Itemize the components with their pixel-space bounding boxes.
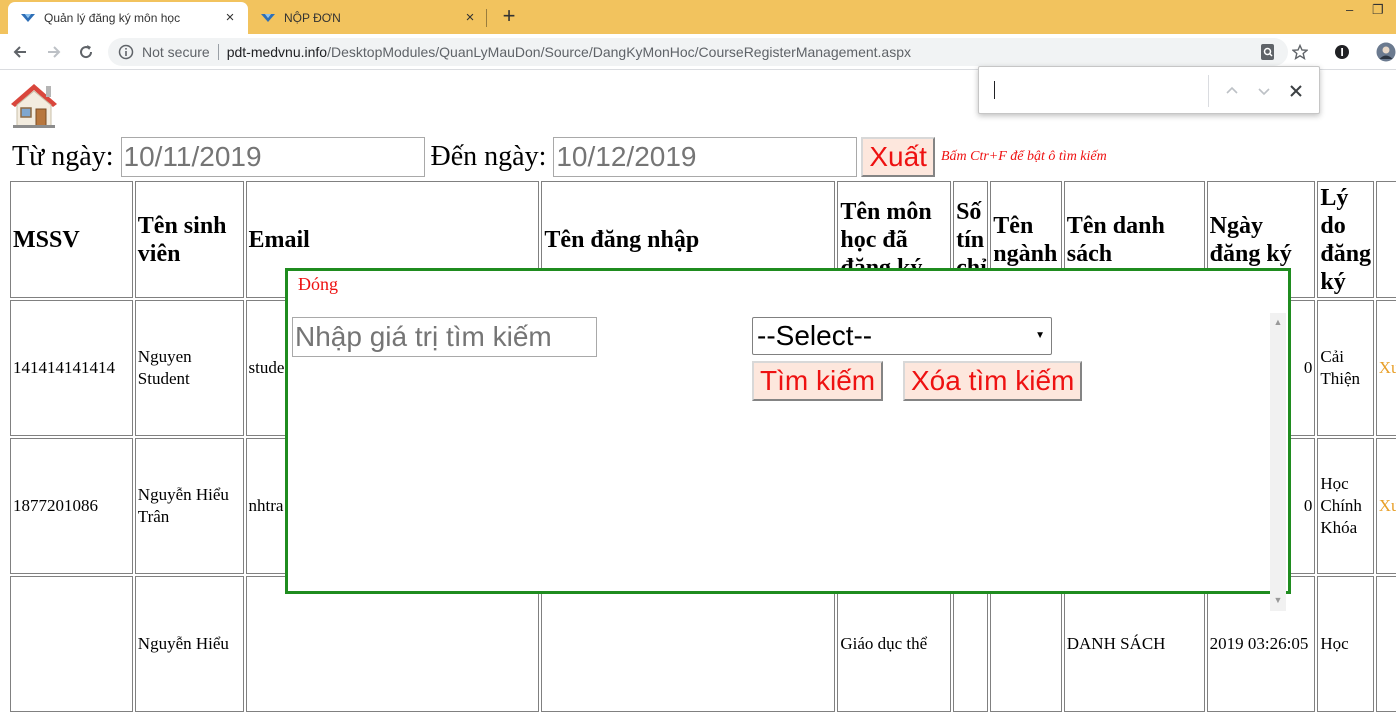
tab-close-icon[interactable]: × [462, 10, 478, 26]
extension-button[interactable] [1330, 40, 1354, 64]
info-icon[interactable] [118, 44, 134, 60]
find-input[interactable] [991, 77, 1181, 105]
tab-title: NỘP ĐƠN [284, 11, 341, 25]
to-date-label: Đến ngày: [430, 141, 547, 172]
chevron-down-icon [1258, 88, 1270, 96]
address-divider [217, 44, 219, 60]
find-next-button[interactable] [1252, 79, 1276, 103]
tab-close-icon[interactable]: × [222, 10, 238, 26]
forward-button[interactable] [42, 40, 66, 64]
cell-name: Nguyen Student [134, 300, 244, 436]
site-favicon-icon [261, 14, 275, 22]
cell-course: Giáo dục thể [837, 576, 952, 712]
bookmark-button[interactable] [1288, 40, 1312, 64]
date-filter-row: Từ ngày: Đến ngày: Xuất Bấm Ctr+F để bật… [12, 136, 1107, 178]
browser-tab-bar: Quản lý đăng ký môn học × NỘP ĐƠN × + – … [0, 0, 1396, 34]
security-status: Not secure [142, 44, 210, 60]
chevron-up-icon [1226, 86, 1238, 94]
row-action-link[interactable]: Xu [1375, 438, 1396, 574]
tab-divider [486, 9, 487, 27]
from-date-input[interactable] [120, 137, 425, 177]
find-page-icon [1261, 44, 1274, 60]
profile-avatar[interactable] [1374, 40, 1396, 64]
browser-toolbar: Not secure pdt-medvnu.info/DesktopModule… [0, 34, 1396, 70]
minimize-button[interactable]: – [1346, 2, 1353, 17]
search-button[interactable]: Tìm kiếm [752, 361, 884, 401]
find-previous-button[interactable] [1220, 79, 1244, 103]
from-date-label: Từ ngày: [12, 141, 114, 172]
select-value: --Select-- [757, 320, 873, 351]
close-icon [1290, 85, 1302, 97]
avatar-icon [1376, 42, 1396, 62]
cell-date: 2019 03:26:05 [1206, 576, 1316, 712]
row-action-link[interactable]: Xu [1375, 300, 1396, 436]
search-dialog: Đóng --Select-- ▼ Tìm kiếm Xóa tìm kiếm … [285, 268, 1291, 611]
reload-button[interactable] [74, 40, 98, 64]
cell-name: Nguyễn Hiểu Trân [134, 438, 244, 574]
text-caret [994, 81, 995, 99]
restore-button[interactable]: ❐ [1372, 2, 1384, 18]
table-row: Nguyễn Hiểu Giáo dục thể DANH SÁCH 2019 … [10, 576, 1396, 712]
site-favicon-icon [21, 14, 35, 22]
cell-mssv: 141414141414 [10, 300, 133, 436]
cell-name: Nguyễn Hiểu [134, 576, 244, 712]
cell-username [541, 576, 836, 712]
dialog-scrollbar[interactable]: ▲ ▼ [1270, 313, 1286, 611]
reload-icon [80, 45, 93, 59]
cell-reason: Cải Thiện [1317, 300, 1374, 436]
search-input[interactable] [292, 317, 597, 357]
scroll-up-icon[interactable]: ▲ [1270, 315, 1286, 329]
new-tab-button[interactable]: + [498, 5, 520, 28]
tab-course-registration[interactable]: Quản lý đăng ký môn học × [8, 2, 248, 34]
scroll-down-icon[interactable]: ▼ [1270, 593, 1286, 607]
extension-badge-icon [1335, 45, 1349, 59]
search-hint: Bấm Ctr+F để bật ô tìm kiếm [940, 149, 1107, 164]
home-icon[interactable] [8, 80, 60, 128]
tab-nop-don[interactable]: NỘP ĐƠN × [248, 2, 488, 34]
find-in-page-button[interactable] [1256, 40, 1280, 64]
arrow-right-icon [48, 46, 61, 58]
cell-major [990, 576, 1062, 712]
search-field-select[interactable]: --Select-- ▼ [752, 317, 1052, 355]
clear-search-button[interactable]: Xóa tìm kiếm [903, 361, 1083, 401]
export-button[interactable]: Xuất [861, 137, 935, 177]
column-header-extra [1375, 181, 1396, 298]
cell-credits [953, 576, 989, 712]
cell-reason: Học Chính Khóa [1317, 438, 1374, 574]
column-header[interactable]: Tên sinh viên [134, 181, 244, 298]
cell-reason: Học [1317, 576, 1374, 712]
cell-mssv: 1877201086 [10, 438, 133, 574]
find-close-button[interactable] [1284, 79, 1308, 103]
column-header[interactable]: Lý do đăng ký [1317, 181, 1374, 298]
find-bar [978, 66, 1320, 114]
row-action-link[interactable] [1375, 576, 1396, 712]
star-icon [1292, 44, 1308, 60]
cell-list: DANH SÁCH [1063, 576, 1205, 712]
url-host: pdt-medvnu.info [226, 44, 328, 60]
find-divider [1208, 75, 1209, 107]
column-header[interactable]: MSSV [10, 181, 133, 298]
cell-email [245, 576, 540, 712]
tab-title: Quản lý đăng ký môn học [44, 11, 181, 25]
to-date-input[interactable] [553, 137, 858, 177]
address-bar[interactable]: Not secure pdt-medvnu.info/DesktopModule… [108, 38, 1288, 66]
dropdown-arrow-icon: ▼ [1035, 330, 1045, 341]
dialog-close-link[interactable]: Đóng [298, 274, 338, 295]
arrow-left-icon [13, 46, 26, 58]
cell-mssv [10, 576, 133, 712]
back-button[interactable] [8, 40, 32, 64]
url-path: /DesktopModules/QuanLyMauDon/Source/Dang… [327, 44, 912, 60]
